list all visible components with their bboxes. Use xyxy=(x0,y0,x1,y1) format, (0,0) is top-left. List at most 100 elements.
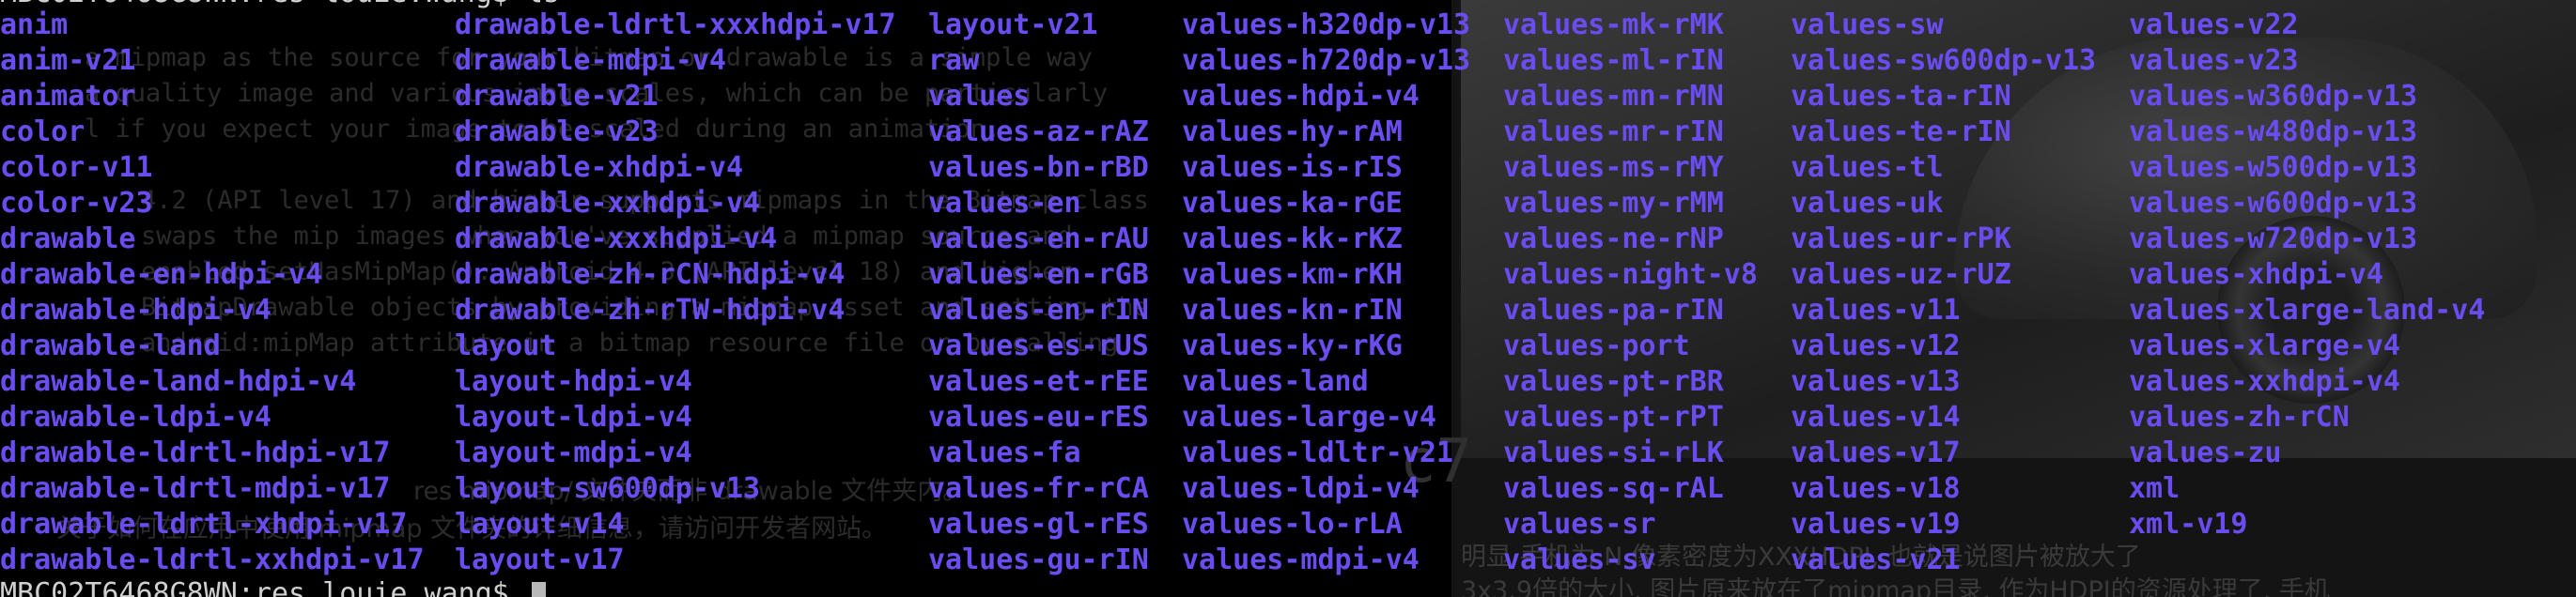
directory-entry: values-si-rLK xyxy=(1503,436,1724,469)
directory-entry: values-sr xyxy=(1503,508,1656,541)
listing-column: values-h320dp-v13 values-h720dp-v13 values… xyxy=(1182,8,1470,578)
directory-entry: values-port xyxy=(1503,329,1690,362)
listing-column: values-sw values-sw600dp-v13 values-ta-rIN… xyxy=(1791,8,2096,578)
directory-entry: values-gl-rES xyxy=(928,508,1149,541)
directory-entry: values-en-rIN xyxy=(928,294,1149,327)
directory-entry: values-mn-rMN xyxy=(1503,80,1724,113)
command-prompt[interactable]: MBC02T6468G8WN:res louie.wang$ xyxy=(0,576,546,597)
directory-entry: drawable-land xyxy=(0,329,221,362)
directory-entry: values-v22 xyxy=(2129,8,2299,41)
directory-entry: values-is-rIS xyxy=(1182,151,1403,184)
directory-entry: values-ms-rMY xyxy=(1503,151,1724,184)
directory-entry: values-v14 xyxy=(1791,401,1961,434)
directory-entry: values-sv xyxy=(1503,543,1656,576)
directory-entry: raw xyxy=(928,44,980,77)
directory-entry: values-v23 xyxy=(2129,44,2299,77)
directory-entry: values-te-rIN xyxy=(1791,115,2011,148)
directory-entry: values-zh-rCN xyxy=(2129,401,2350,434)
directory-entry: layout-v14 xyxy=(455,508,625,541)
directory-entry: layout-mdpi-v4 xyxy=(455,436,692,469)
directory-entry: values-en-rGB xyxy=(928,258,1149,291)
directory-entry: values-mr-rIN xyxy=(1503,115,1724,148)
directory-entry: xml-v19 xyxy=(2129,508,2248,541)
directory-entry: layout-sw600dp-v13 xyxy=(455,472,761,505)
directory-entry: values-bn-rBD xyxy=(928,151,1149,184)
directory-entry: layout-hdpi-v4 xyxy=(455,365,692,398)
listing-column: values-mk-rMK values-ml-rIN values-mn-rMN v… xyxy=(1503,8,1758,578)
directory-entry: drawable-zh-rCN-hdpi-v4 xyxy=(455,258,846,291)
directory-entry: drawable-hdpi-v4 xyxy=(0,294,272,327)
directory-entry: values-v12 xyxy=(1791,329,1961,362)
directory-entry: drawable-ldpi-v4 xyxy=(0,401,272,434)
directory-entry: values-v19 xyxy=(1791,508,1961,541)
directory-entry: values-xlarge-land-v4 xyxy=(2129,294,2486,327)
directory-entry: drawable-zh-rTW-hdpi-v4 xyxy=(455,294,846,327)
directory-entry: values-ky-rKG xyxy=(1182,329,1403,362)
directory-entry: values-uk xyxy=(1791,187,1944,220)
directory-entry: values-v11 xyxy=(1791,294,1961,327)
directory-entry: xml xyxy=(2129,472,2180,505)
directory-entry: values-w500dp-v13 xyxy=(2129,151,2418,184)
directory-entry: values-en xyxy=(928,187,1081,220)
directory-entry: values-en-rAU xyxy=(928,222,1149,255)
directory-entry: values-v13 xyxy=(1791,365,1961,398)
terminal-window[interactable]: a mipmap as the source for your bitmap o… xyxy=(0,0,2576,597)
listing-column: drawable-ldrtl-xxxhdpi-v17 drawable-mdpi-… xyxy=(455,8,896,578)
directory-entry: drawable xyxy=(0,222,136,255)
prompt-text: MBC02T6468G8WN:res louie.wang$ xyxy=(0,577,526,597)
directory-entry: anim xyxy=(0,8,69,41)
directory-entry: values-v18 xyxy=(1791,472,1961,505)
directory-entry: layout-v17 xyxy=(455,543,625,576)
directory-entry: values-v17 xyxy=(1791,436,1961,469)
directory-entry: values-w360dp-v13 xyxy=(2129,80,2418,113)
directory-entry: drawable-ldrtl-mdpi-v17 xyxy=(0,472,391,505)
directory-entry: color-v23 xyxy=(0,187,153,220)
directory-entry: color-v11 xyxy=(0,151,153,184)
directory-entry: values-xhdpi-v4 xyxy=(2129,258,2383,291)
directory-entry: drawable-xxhdpi-v4 xyxy=(455,187,761,220)
directory-entry: values-mk-rMK xyxy=(1503,8,1724,41)
directory-entry: values-az-rAZ xyxy=(928,115,1149,148)
directory-entry: values-pt-rPT xyxy=(1503,401,1724,434)
directory-entry: layout-ldpi-v4 xyxy=(455,401,692,434)
directory-entry: values-sw600dp-v13 xyxy=(1791,44,2097,77)
directory-entry: values-ml-rIN xyxy=(1503,44,1724,77)
listing-column: layout-v21 raw values values-az-rAZ values-b… xyxy=(928,8,1149,578)
directory-entry: values-eu-rES xyxy=(928,401,1149,434)
directory-entry: values-sq-rAL xyxy=(1503,472,1724,505)
directory-entry: values-ne-rNP xyxy=(1503,222,1724,255)
directory-entry: drawable-land-hdpi-v4 xyxy=(0,365,357,398)
directory-entry: drawable-xhdpi-v4 xyxy=(455,151,744,184)
text-cursor xyxy=(531,582,546,597)
directory-entry: values-xxhdpi-v4 xyxy=(2129,365,2400,398)
directory-entry: values-h720dp-v13 xyxy=(1182,44,1471,77)
directory-entry: values-fr-rCA xyxy=(928,472,1149,505)
directory-entry: values-fa xyxy=(928,436,1081,469)
directory-entry: values xyxy=(928,80,1031,113)
listing-column: anim anim-v21 animator color color-v11 color-… xyxy=(0,8,425,578)
directory-entry: values-ka-rGE xyxy=(1182,187,1403,220)
directory-entry: values-et-rEE xyxy=(928,365,1149,398)
directory-entry: layout xyxy=(455,329,557,362)
directory-entry: values-w720dp-v13 xyxy=(2129,222,2418,255)
directory-entry: values-large-v4 xyxy=(1182,401,1436,434)
directory-entry: values-hy-rAM xyxy=(1182,115,1403,148)
directory-entry: drawable-v21 xyxy=(455,80,659,113)
directory-entry: values-land xyxy=(1182,365,1369,398)
directory-entry: values-kn-rIN xyxy=(1182,294,1403,327)
directory-entry: values-pa-rIN xyxy=(1503,294,1724,327)
directory-entry: values-tl xyxy=(1791,151,1944,184)
directory-entry: drawable-v23 xyxy=(455,115,659,148)
directory-entry: values-kk-rKZ xyxy=(1182,222,1403,255)
directory-entry: values-my-rMM xyxy=(1503,187,1724,220)
directory-entry: values-ldltr-v21 xyxy=(1182,436,1453,469)
directory-entry: drawable-ldrtl-xhdpi-v17 xyxy=(0,508,408,541)
directory-entry: values-lo-rLA xyxy=(1182,508,1403,541)
directory-entry: anim-v21 xyxy=(0,44,136,77)
directory-entry: layout-v21 xyxy=(928,8,1098,41)
directory-entry: values-xlarge-v4 xyxy=(2129,329,2400,362)
directory-entry: values-night-v8 xyxy=(1503,258,1758,291)
directory-entry: values-km-rKH xyxy=(1182,258,1403,291)
directory-entry: values-zu xyxy=(2129,436,2282,469)
directory-entry: drawable-ldrtl-xxxhdpi-v17 xyxy=(455,8,896,41)
